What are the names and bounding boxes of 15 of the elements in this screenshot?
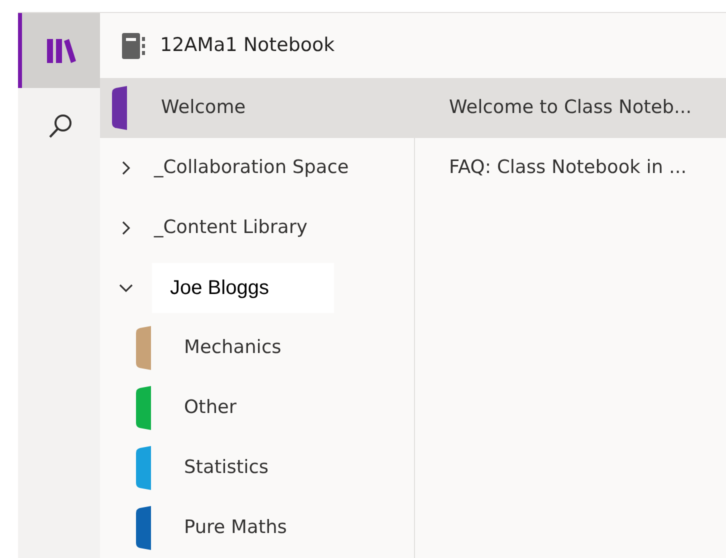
section-group-label[interactable]: _Collaboration Space [154,154,349,182]
notebooks-button[interactable] [18,13,100,88]
section-item[interactable]: Welcome [100,78,414,138]
page-item[interactable]: FAQ: Class Notebook in ... [415,138,726,198]
books-icon [45,36,77,64]
section-group-label[interactable]: _Content Library [154,214,308,242]
page-item[interactable]: Welcome to Class Noteb... [415,78,726,138]
search-icon [48,112,74,138]
section-item[interactable]: Mechanics [100,318,414,378]
section-item[interactable]: Statistics [100,438,414,498]
rename-field[interactable]: Joe Bloggs [152,263,334,313]
notebook-icon [120,32,148,60]
section-item[interactable]: Other [100,378,414,438]
section-item[interactable]: Pure Maths [100,498,414,558]
notebook-title: 12AMa1 Notebook [160,33,335,58]
